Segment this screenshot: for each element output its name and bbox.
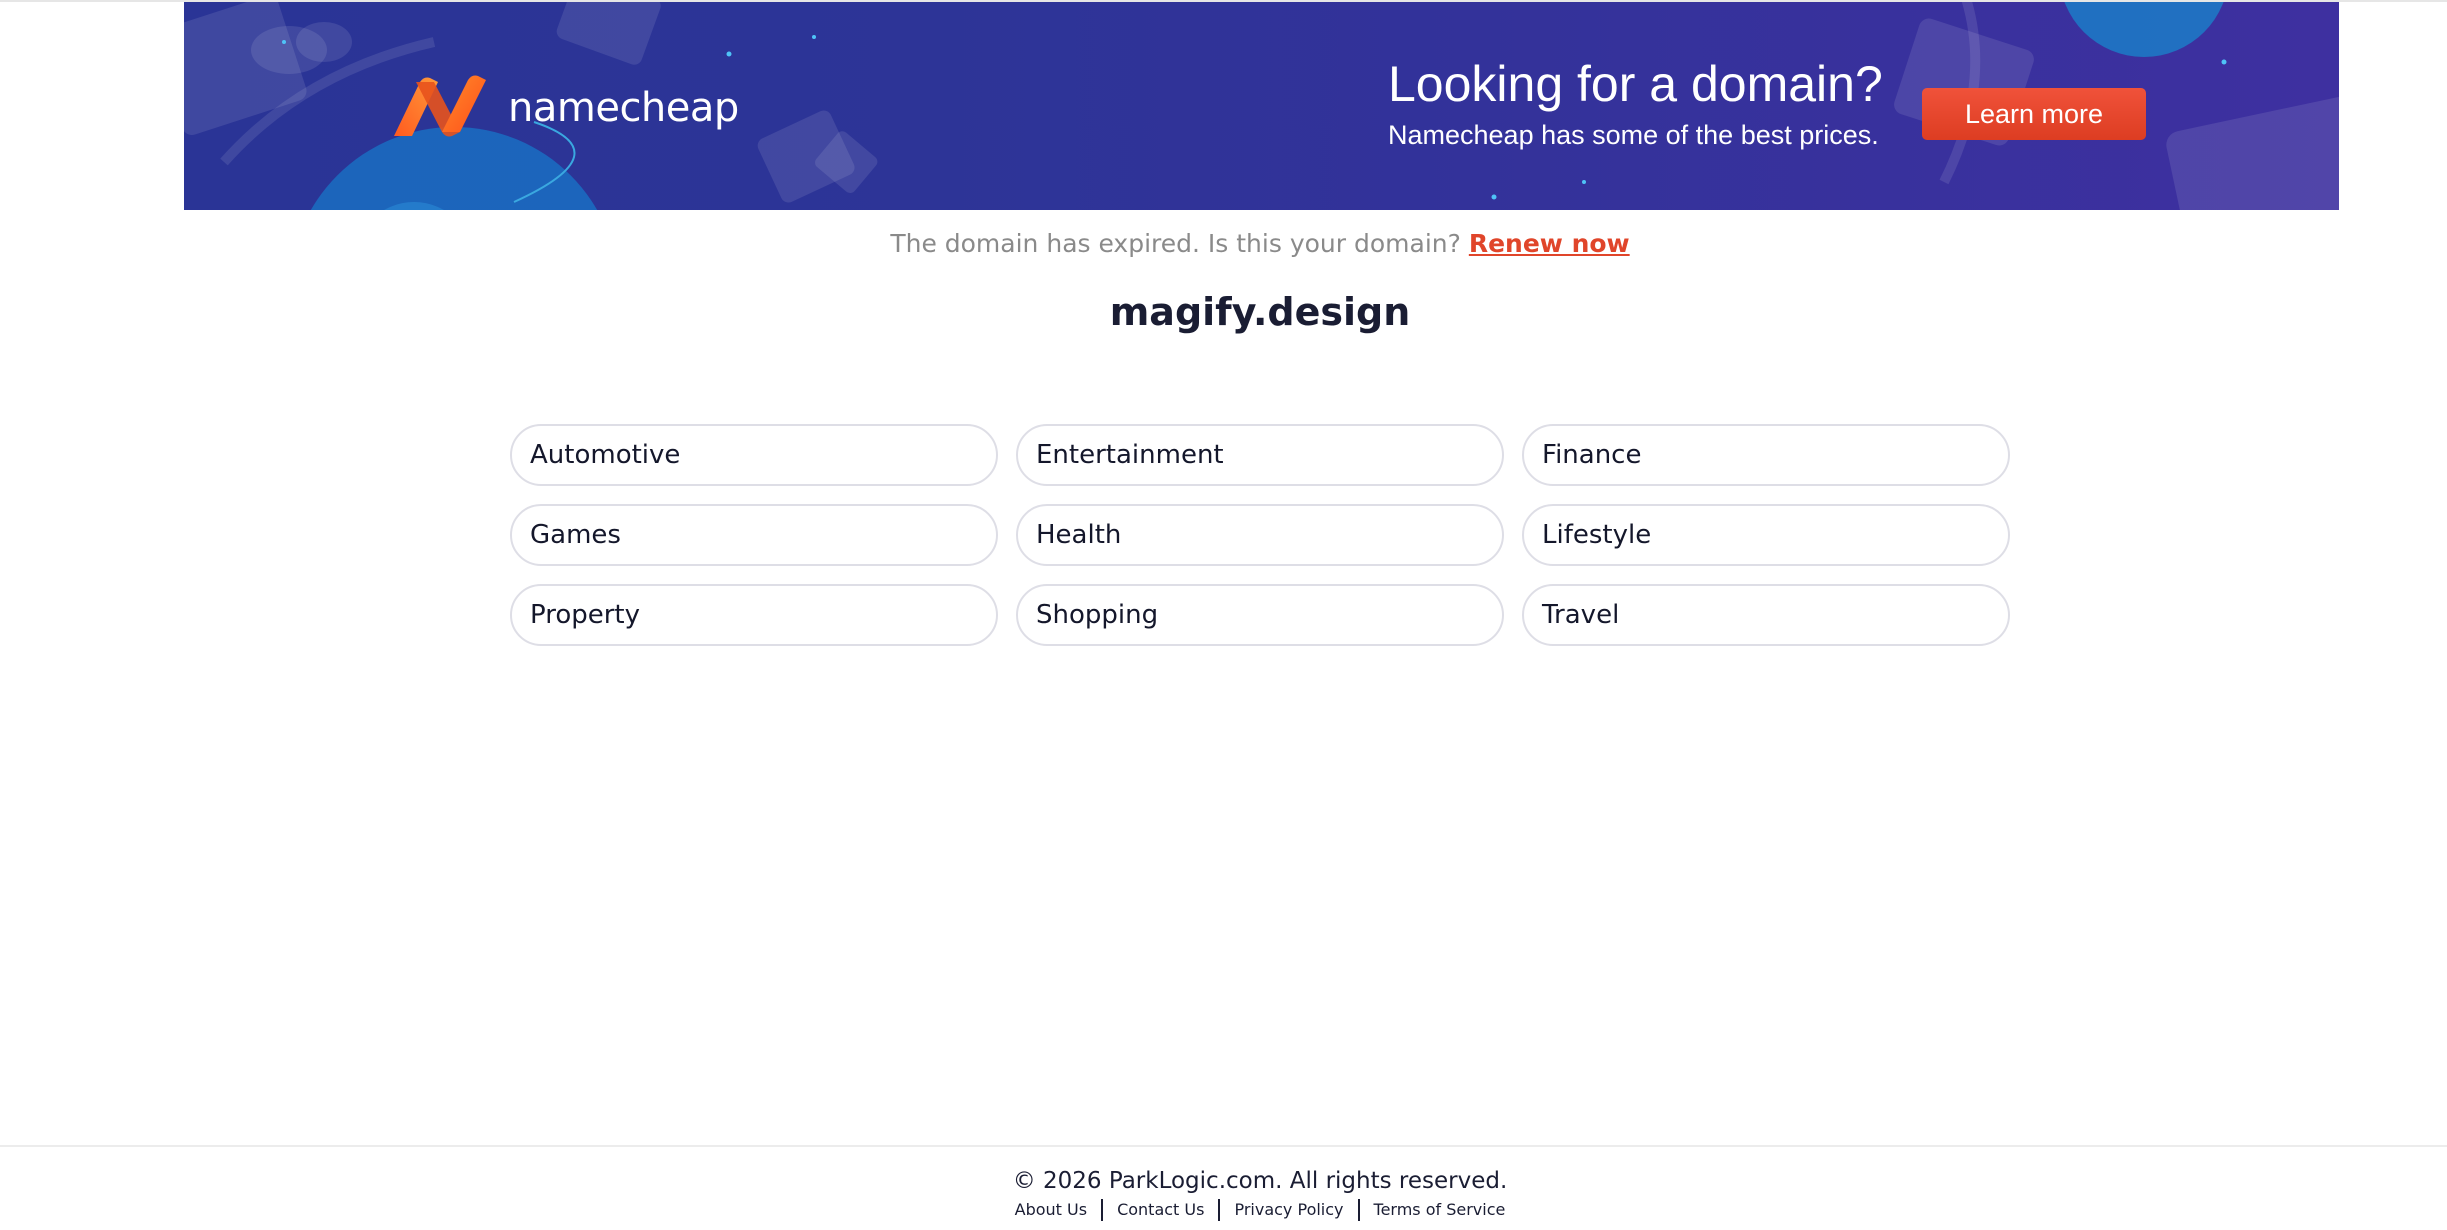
category-automotive[interactable]: Automotive xyxy=(510,424,998,486)
category-shopping[interactable]: Shopping xyxy=(1016,584,1504,646)
category-games[interactable]: Games xyxy=(510,504,998,566)
namecheap-logo[interactable]: namecheap xyxy=(386,74,739,138)
footer-link-contact-us[interactable]: Contact Us xyxy=(1103,1198,1218,1222)
namecheap-n-logo-icon xyxy=(394,75,486,137)
footer-copyright: © 2026 ParkLogic.com. All rights reserve… xyxy=(1012,1168,1508,1194)
renew-now-link[interactable]: Renew now xyxy=(1469,229,1630,258)
category-grid: Automotive Entertainment Finance Games H… xyxy=(510,424,2012,646)
expired-notice: The domain has expired. Is this your dom… xyxy=(0,226,2447,262)
namecheap-banner-ad[interactable]: namecheap Looking for a domain? Namechea… xyxy=(184,2,2339,210)
category-finance[interactable]: Finance xyxy=(1522,424,2010,486)
category-property[interactable]: Property xyxy=(510,584,998,646)
footer-divider xyxy=(0,1145,2447,1147)
category-entertainment[interactable]: Entertainment xyxy=(1016,424,1504,486)
banner-subline: Namecheap has some of the best prices. xyxy=(1388,120,1879,150)
page: namecheap Looking for a domain? Namechea… xyxy=(0,0,2447,1230)
footer-link-privacy-policy[interactable]: Privacy Policy xyxy=(1220,1198,1357,1222)
footer-links: About Us Contact Us Privacy Policy Terms… xyxy=(0,1198,2447,1222)
expired-notice-text: The domain has expired. Is this your dom… xyxy=(890,229,1461,258)
domain-title: magify.design xyxy=(1109,290,1411,334)
category-health[interactable]: Health xyxy=(1016,504,1504,566)
footer-link-about-us[interactable]: About Us xyxy=(1001,1198,1101,1222)
category-travel[interactable]: Travel xyxy=(1522,584,2010,646)
category-lifestyle[interactable]: Lifestyle xyxy=(1522,504,2010,566)
learn-more-button[interactable]: Learn more xyxy=(1922,88,2146,140)
banner-headline: Looking for a domain? xyxy=(1388,56,1883,112)
logo-wordmark: namecheap xyxy=(508,85,739,131)
footer-link-terms-of-service[interactable]: Terms of Service xyxy=(1360,1198,1520,1222)
